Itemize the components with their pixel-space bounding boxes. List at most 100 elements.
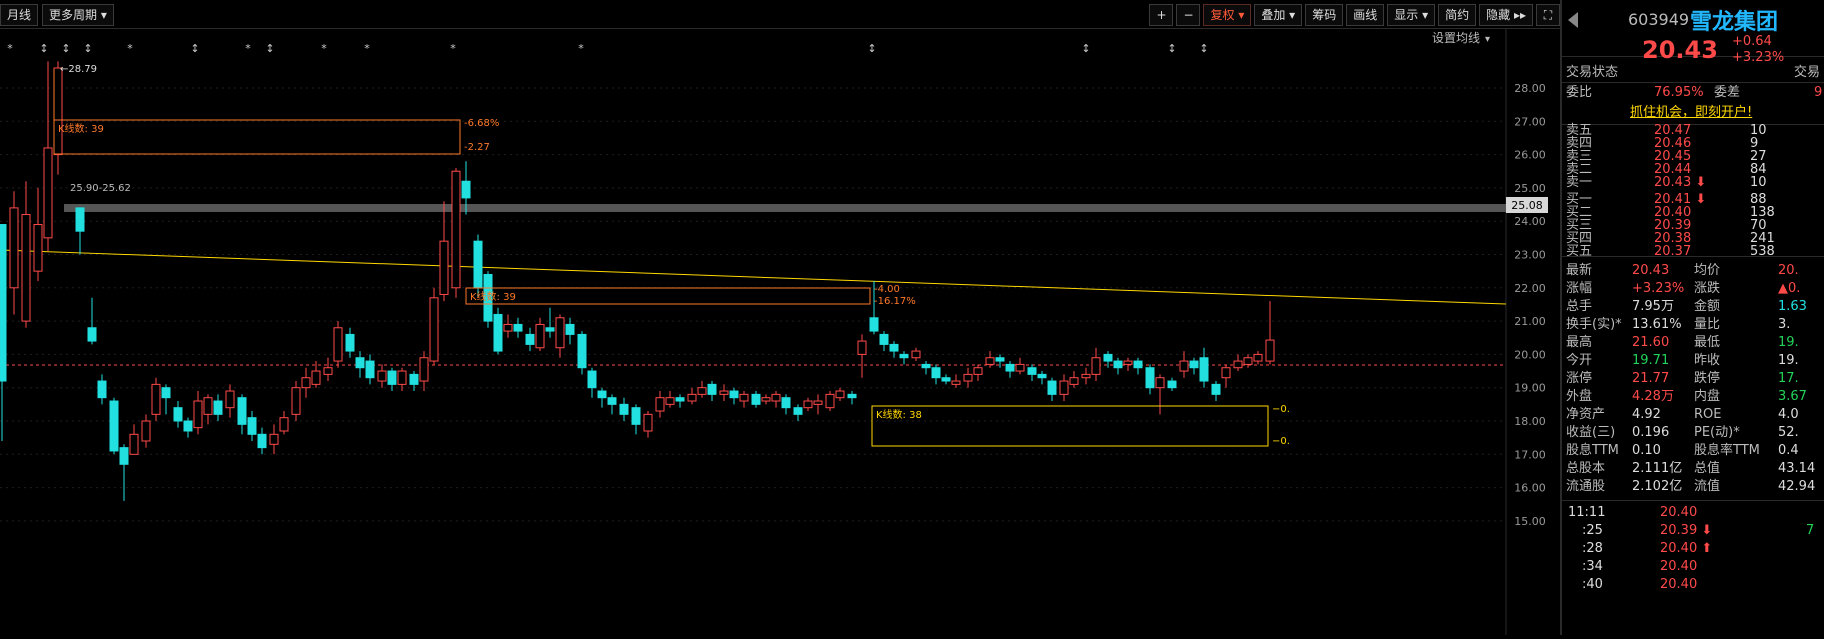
- candle-body: [675, 397, 685, 402]
- candle-body: [739, 393, 749, 402]
- event-markers: * ↕ ↕ ↕ * ↕ * ↕ * * * * ↕ ↕ ↕ ↕: [7, 42, 1208, 55]
- event-marker-icon[interactable]: ↕: [867, 42, 876, 55]
- high-label: ←28.79: [60, 64, 97, 75]
- candle-body: [869, 317, 879, 332]
- stat-row: 今开 19.71 昨收 19.: [1562, 352, 1824, 370]
- adjust-dropdown[interactable]: 复权 ▾: [1203, 4, 1252, 26]
- candle-body: [513, 323, 523, 332]
- candle-body: [707, 383, 717, 395]
- candle-body: [21, 214, 31, 322]
- fullscreen-icon[interactable]: ⛶: [1536, 4, 1560, 26]
- candle-body: [889, 343, 899, 352]
- simple-button[interactable]: 简约: [1438, 4, 1477, 26]
- stat-value: 13.61%: [1632, 317, 1682, 332]
- event-marker-icon[interactable]: *: [578, 42, 584, 55]
- event-marker-icon[interactable]: *: [245, 42, 251, 55]
- candle-body: [619, 403, 629, 415]
- candle-body: [1059, 380, 1069, 395]
- price-tick: 24.00: [1514, 215, 1546, 228]
- stat-row: 总手 7.95万 金额 1.63: [1562, 298, 1824, 316]
- candle-body: [1179, 360, 1189, 372]
- candle-body: [1047, 380, 1057, 395]
- overlay-dropdown[interactable]: 叠加 ▾: [1254, 4, 1303, 26]
- event-marker-icon[interactable]: ↕: [1199, 42, 1208, 55]
- hide-button[interactable]: 隐藏 ▸▸: [1479, 4, 1533, 26]
- stat-label: 最新: [1566, 263, 1593, 278]
- zoom-out-button[interactable]: −: [1176, 4, 1201, 26]
- stat-box-1-label: K线数: 39: [58, 122, 104, 135]
- kline-svg[interactable]: 设置均线 ▾ 28.00 27.00 26.00 25.00 24.00 23.00 22.…: [0, 28, 1560, 635]
- event-marker-icon[interactable]: ↕: [39, 42, 48, 55]
- candle-body: [665, 397, 675, 405]
- event-marker-icon[interactable]: *: [364, 42, 370, 55]
- stat-label: 涨幅: [1566, 281, 1593, 296]
- stat-box-2-pct: -16.17%: [874, 296, 916, 307]
- stat-value: 1.63: [1778, 299, 1807, 314]
- draw-button[interactable]: 画线: [1346, 4, 1385, 26]
- candle-body: [911, 350, 921, 359]
- candle-body: [931, 367, 941, 379]
- price-tick: 16.00: [1514, 482, 1546, 495]
- event-marker-icon[interactable]: ↕: [61, 42, 70, 55]
- chart-tools: + − 复权 ▾ 叠加 ▾ 筹码 画线 显示 ▾ 简约 隐藏 ▸▸ ⛶: [1149, 4, 1560, 26]
- chart-toolbar: 月线 更多周期 ▾ + − 复权 ▾ 叠加 ▾ 筹码 画线 显示 ▾ 简约 隐藏…: [0, 0, 1560, 29]
- stat-value: 0.10: [1632, 443, 1661, 458]
- last-price: 20.43: [1642, 36, 1718, 64]
- candle-body: [151, 383, 161, 415]
- display-dropdown[interactable]: 显示 ▾: [1387, 4, 1436, 26]
- divider: [1562, 256, 1824, 257]
- price-tag-text: 25.08: [1511, 199, 1543, 212]
- stat-box-1[interactable]: [53, 119, 461, 155]
- event-marker-icon[interactable]: ↕: [1081, 42, 1090, 55]
- stat-value: ▲0.: [1778, 281, 1801, 296]
- candle-body: [1015, 363, 1025, 372]
- candle-body: [387, 370, 397, 385]
- candle-body: [1133, 360, 1143, 369]
- event-marker-icon[interactable]: *: [450, 42, 456, 55]
- stat-label: 跌停: [1694, 371, 1721, 386]
- candle-body: [1103, 353, 1113, 362]
- back-arrow-icon[interactable]: [1568, 12, 1578, 28]
- event-marker-icon[interactable]: *: [127, 42, 133, 55]
- stat-value: +3.23%: [1632, 281, 1685, 296]
- candle-body: [355, 357, 365, 369]
- candle-body: [213, 400, 223, 415]
- event-marker-icon[interactable]: ↕: [190, 42, 199, 55]
- stat-value: 4.0: [1778, 407, 1799, 422]
- stat-label: 总值: [1694, 461, 1721, 476]
- candle-body: [129, 433, 139, 455]
- stat-value: 19.: [1778, 335, 1799, 350]
- candle-body: [835, 390, 845, 399]
- event-marker-icon[interactable]: *: [7, 42, 13, 55]
- candle-body: [1145, 367, 1155, 389]
- candles: [0, 61, 1275, 501]
- kline-chart[interactable]: 设置均线 ▾ 28.00 27.00 26.00 25.00 24.00 23.00 22.…: [0, 28, 1560, 635]
- candle-body: [193, 400, 203, 429]
- ma-setting-link[interactable]: 设置均线: [1432, 31, 1480, 45]
- candle-body: [503, 323, 513, 332]
- candle-body: [97, 380, 107, 399]
- stat-box-2[interactable]: [465, 287, 871, 305]
- candle-body: [75, 207, 85, 232]
- event-marker-icon[interactable]: ↕: [83, 42, 92, 55]
- stat-box-3[interactable]: [871, 405, 1269, 447]
- stat-box-3-val1: −0.: [1272, 404, 1290, 415]
- bid-label: 买五: [1566, 244, 1593, 259]
- stock-name: 雪龙集团: [1690, 10, 1779, 35]
- stat-row: 收益(三) 0.196 PE(动)* 52.: [1562, 424, 1824, 442]
- event-marker-icon[interactable]: ↕: [1167, 42, 1176, 55]
- tab-monthly[interactable]: 月线: [0, 4, 39, 26]
- promo-banner[interactable]: 抓住机会，即刻开户!: [1562, 104, 1824, 122]
- zoom-in-button[interactable]: +: [1149, 4, 1174, 26]
- stat-label: ROE: [1694, 407, 1722, 422]
- event-marker-icon[interactable]: *: [321, 42, 327, 55]
- candle-body: [655, 397, 665, 412]
- event-marker-icon[interactable]: ↕: [265, 42, 274, 55]
- chip-button[interactable]: 筹码: [1305, 4, 1344, 26]
- stat-label: 均价: [1694, 263, 1721, 278]
- more-periods-dropdown[interactable]: 更多周期 ▾: [42, 4, 114, 26]
- candle-body: [813, 400, 823, 405]
- candle-body: [119, 447, 129, 465]
- candle-body: [439, 240, 449, 295]
- price-tick: 15.00: [1514, 515, 1546, 528]
